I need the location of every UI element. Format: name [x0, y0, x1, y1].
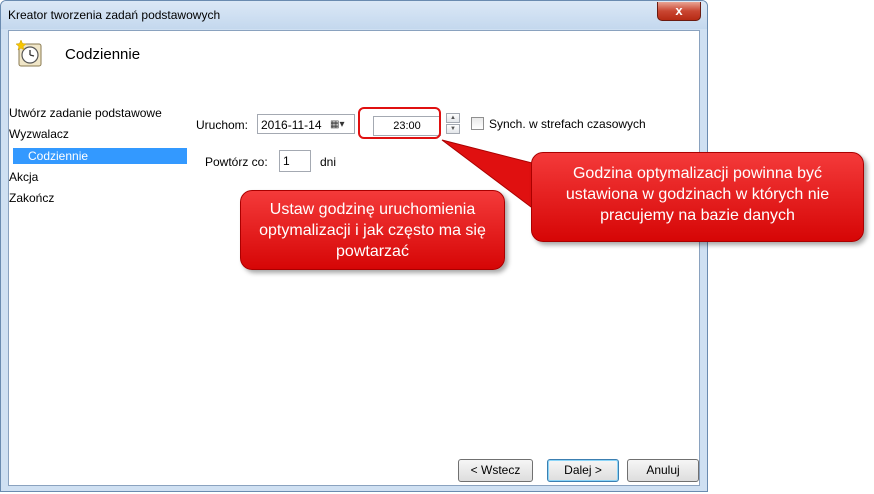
- time-highlight-box: [358, 107, 441, 139]
- callout-time-advice: Godzina optymalizacji powinna być ustawi…: [531, 152, 864, 242]
- callout-set-time: Ustaw godzinę uruchomienia optymalizacji…: [240, 190, 505, 270]
